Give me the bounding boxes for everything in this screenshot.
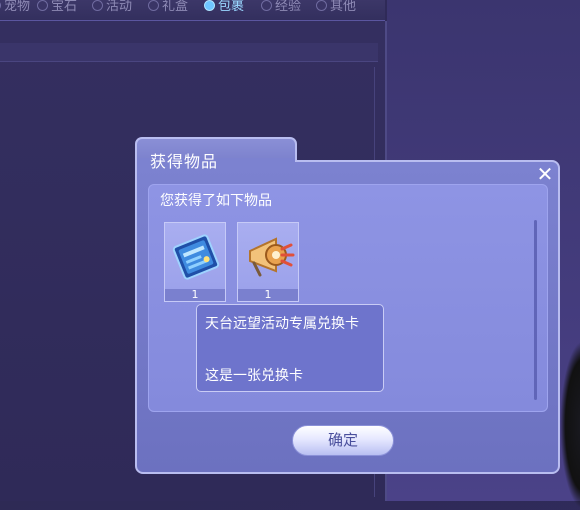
radio-icon <box>148 0 159 11</box>
tab-experience[interactable]: 经验 <box>261 0 301 16</box>
confirm-button[interactable]: 确定 <box>292 425 394 456</box>
card-icon <box>172 234 220 280</box>
radio-icon <box>0 0 1 11</box>
tooltip-item-description: 这是一张兑换卡 <box>205 368 303 384</box>
tab-package[interactable]: 包裹 <box>204 0 244 16</box>
item-slot-exchange-card[interactable]: 1 <box>164 222 226 302</box>
item-slot-horn[interactable]: 1 <box>237 222 299 302</box>
radio-selected-icon <box>204 0 215 11</box>
item-count: 1 <box>238 289 298 301</box>
horn-icon <box>249 237 295 277</box>
radio-icon <box>37 0 48 11</box>
radio-icon <box>316 0 327 11</box>
tooltip-item-name: 天台远望活动专属兑换卡 <box>205 316 359 332</box>
tab-other[interactable]: 其他 <box>316 0 356 16</box>
tab-pets[interactable]: 宠物 <box>0 0 30 16</box>
panel-header-strip <box>0 43 378 62</box>
close-icon[interactable]: ✕ <box>534 164 556 186</box>
radio-icon <box>92 0 103 11</box>
tab-giftbox[interactable]: 礼盒 <box>148 0 188 16</box>
dialog-title: 获得物品 <box>150 152 219 171</box>
character-silhouette <box>560 340 580 510</box>
item-count: 1 <box>165 289 225 301</box>
tab-gems[interactable]: 宝石 <box>37 0 77 16</box>
category-tab-bar: 宠物 宝石 活动 礼盒 包裹 经验 其他 <box>0 0 385 21</box>
radio-icon <box>261 0 272 11</box>
scrollbar[interactable] <box>534 220 537 400</box>
obtained-message: 您获得了如下物品 <box>160 193 272 209</box>
item-tooltip: 天台远望活动专属兑换卡 这是一张兑换卡 <box>196 304 384 392</box>
tab-activity[interactable]: 活动 <box>92 0 132 16</box>
